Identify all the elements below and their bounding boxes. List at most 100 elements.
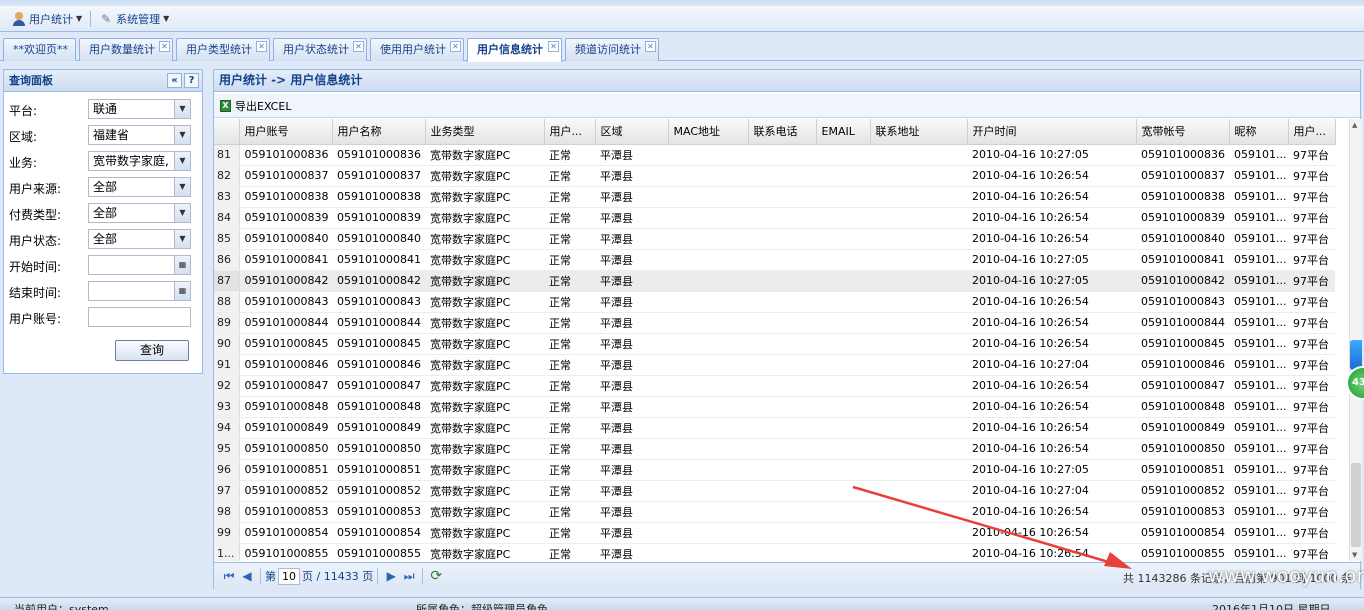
table-row[interactable]: 91 059101000846 059101000846 宽带数字家庭PC 正常 平潭县 2…: [214, 354, 1335, 376]
collapse-icon[interactable]: «: [167, 73, 182, 88]
column-header[interactable]: 用户...: [544, 119, 596, 145]
region-select[interactable]: 福建省 ▼: [88, 125, 191, 145]
table-row[interactable]: 85 059101000840 059101000840 宽带数字家庭PC 正常 平潭县 2…: [214, 228, 1335, 250]
table-cell: 2010-04-16 10:26:54: [967, 522, 1136, 544]
scroll-down-icon[interactable]: ▼: [1352, 551, 1360, 559]
table-cell: 97平台: [1288, 228, 1335, 250]
table-row[interactable]: 98 059101000853 059101000853 宽带数字家庭PC 正常 平潭县 2…: [214, 501, 1335, 523]
table-cell: 059101...: [1229, 354, 1288, 376]
query-button[interactable]: 查询: [115, 340, 189, 361]
start-time-field[interactable]: ▦: [88, 255, 191, 275]
tab-user-type[interactable]: 用户类型统计 ✕: [176, 38, 270, 61]
column-header[interactable]: EMAIL: [816, 119, 871, 145]
chevron-down-icon[interactable]: ▼: [174, 178, 190, 196]
table-row[interactable]: 82 059101000837 059101000837 宽带数字家庭PC 正常 平潭县 2…: [214, 165, 1335, 187]
last-page-icon[interactable]: ⏭: [400, 569, 418, 584]
side-widget-badge[interactable]: 43: [1346, 366, 1364, 400]
table-cell: 059101000843: [1136, 291, 1229, 313]
column-header[interactable]: 用户名称: [332, 119, 426, 145]
help-icon[interactable]: ?: [184, 73, 199, 88]
chevron-down-icon[interactable]: ▼: [174, 152, 190, 170]
close-icon[interactable]: ✕: [450, 41, 461, 52]
table-body: 81 059101000836 059101000836 宽带数字家庭PC 正常 平潭县 2…: [214, 144, 1335, 561]
breadcrumb: 用户统计 -> 用户信息统计: [219, 73, 363, 87]
column-header[interactable]: 开户时间: [967, 119, 1137, 145]
row-number-header[interactable]: [214, 119, 240, 145]
platform-select[interactable]: 联通 ▼: [88, 99, 191, 119]
table-cell: [870, 543, 967, 561]
tab-active-users[interactable]: 使用用户统计 ✕: [370, 38, 464, 61]
first-page-icon[interactable]: ⏮: [220, 569, 238, 584]
prev-page-icon[interactable]: ◀: [238, 569, 256, 583]
tab-label: 用户状态统计: [283, 43, 349, 56]
column-header[interactable]: 联系电话: [748, 119, 817, 145]
table-row[interactable]: 90 059101000845 059101000845 宽带数字家庭PC 正常 平潭县 2…: [214, 333, 1335, 355]
column-header[interactable]: MAC地址: [668, 119, 749, 145]
table-cell: 宽带数字家庭PC: [425, 501, 544, 523]
user-source-select[interactable]: 全部 ▼: [88, 177, 191, 197]
table-row[interactable]: 83 059101000838 059101000838 宽带数字家庭PC 正常 平潭县 2…: [214, 186, 1335, 208]
refresh-icon[interactable]: ⟳: [427, 568, 445, 584]
export-excel-button[interactable]: 导出EXCEL: [235, 98, 291, 114]
close-icon[interactable]: ✕: [256, 41, 267, 52]
table-row[interactable]: 97 059101000852 059101000852 宽带数字家庭PC 正常 平潭县 2…: [214, 480, 1335, 502]
table-row[interactable]: 93 059101000848 059101000848 宽带数字家庭PC 正常 平潭县 2…: [214, 396, 1335, 418]
scrollbar-thumb[interactable]: [1351, 463, 1361, 547]
side-widget[interactable]: 43: [1346, 340, 1364, 406]
column-header[interactable]: 昵称: [1229, 119, 1289, 145]
tab-user-count[interactable]: 用户数量统计 ✕: [79, 38, 173, 61]
next-page-icon[interactable]: ▶: [382, 569, 400, 583]
table-row[interactable]: 92 059101000847 059101000847 宽带数字家庭PC 正常 平潭县 2…: [214, 375, 1335, 397]
table-cell: 059101...: [1229, 249, 1288, 271]
close-icon[interactable]: ✕: [353, 41, 364, 52]
column-header[interactable]: 宽带帐号: [1136, 119, 1230, 145]
table-cell: 059101000839: [1136, 207, 1229, 229]
chevron-down-icon[interactable]: ▼: [174, 100, 190, 118]
user-status-select[interactable]: 全部 ▼: [88, 229, 191, 249]
user-stats-menu[interactable]: 用户统计 ▼: [8, 8, 86, 30]
table-row[interactable]: 89 059101000844 059101000844 宽带数字家庭PC 正常 平潭县 2…: [214, 312, 1335, 334]
table-cell: 正常: [544, 165, 595, 187]
scroll-up-icon[interactable]: ▲: [1352, 121, 1360, 129]
tab-user-info[interactable]: 用户信息统计 ✕: [467, 38, 562, 62]
column-header[interactable]: 用户...: [1288, 119, 1336, 145]
table-row[interactable]: 99 059101000854 059101000854 宽带数字家庭PC 正常 平潭县 2…: [214, 522, 1335, 544]
table-row[interactable]: 94 059101000849 059101000849 宽带数字家庭PC 正常 平潭县 2…: [214, 417, 1335, 439]
table-row[interactable]: 95 059101000850 059101000850 宽带数字家庭PC 正常 平潭县 2…: [214, 438, 1335, 460]
user-account-input[interactable]: [88, 307, 191, 327]
table-row[interactable]: 86 059101000841 059101000841 宽带数字家庭PC 正常 平潭县 2…: [214, 249, 1335, 271]
table-row[interactable]: 84 059101000839 059101000839 宽带数字家庭PC 正常 平潭县 2…: [214, 207, 1335, 229]
system-manage-menu[interactable]: ✎ 系统管理 ▼: [95, 8, 173, 30]
table-row[interactable]: 81 059101000836 059101000836 宽带数字家庭PC 正常 平潭县 2…: [214, 144, 1335, 166]
business-select[interactable]: 宽带数字家庭, ▼: [88, 151, 191, 171]
calendar-icon[interactable]: ▦: [174, 282, 190, 300]
table-cell: [870, 522, 967, 544]
calendar-icon[interactable]: ▦: [174, 256, 190, 274]
close-icon[interactable]: ✕: [159, 41, 170, 52]
column-header[interactable]: 联系地址: [870, 119, 968, 145]
column-header[interactable]: 区域: [595, 119, 669, 145]
table-cell: 宽带数字家庭PC: [425, 459, 544, 481]
chevron-down-icon[interactable]: ▼: [174, 204, 190, 222]
table-row[interactable]: 1... 059101000855 059101000855 宽带数字家庭PC 正常 平潭…: [214, 543, 1335, 561]
close-icon[interactable]: ✕: [548, 41, 559, 52]
table-cell: 平潭县: [595, 144, 668, 166]
table-cell: 059101000847: [1136, 375, 1229, 397]
table-cell: 97平台: [1288, 186, 1335, 208]
chevron-down-icon[interactable]: ▼: [174, 126, 190, 144]
column-header[interactable]: 用户账号: [239, 119, 333, 145]
table-row[interactable]: 96 059101000851 059101000851 宽带数字家庭PC 正常 平潭县 2…: [214, 459, 1335, 481]
chevron-down-icon[interactable]: ▼: [174, 230, 190, 248]
column-header[interactable]: 业务类型: [425, 119, 545, 145]
table-row[interactable]: 87 059101000842 059101000842 宽带数字家庭PC 正常 平潭县 2…: [214, 270, 1335, 292]
payment-type-select[interactable]: 全部 ▼: [88, 203, 191, 223]
table-row[interactable]: 88 059101000843 059101000843 宽带数字家庭PC 正常 平潭县 2…: [214, 291, 1335, 313]
table-cell: 059101...: [1229, 291, 1288, 313]
tab-user-status[interactable]: 用户状态统计 ✕: [273, 38, 367, 61]
table-cell: 059101000850: [332, 438, 425, 460]
tab-channel-visits[interactable]: 频道访问统计 ✕: [565, 38, 659, 61]
page-number-input[interactable]: 10: [278, 567, 300, 585]
end-time-field[interactable]: ▦: [88, 281, 191, 301]
close-icon[interactable]: ✕: [645, 41, 656, 52]
tab-welcome[interactable]: **欢迎页**: [3, 38, 76, 61]
